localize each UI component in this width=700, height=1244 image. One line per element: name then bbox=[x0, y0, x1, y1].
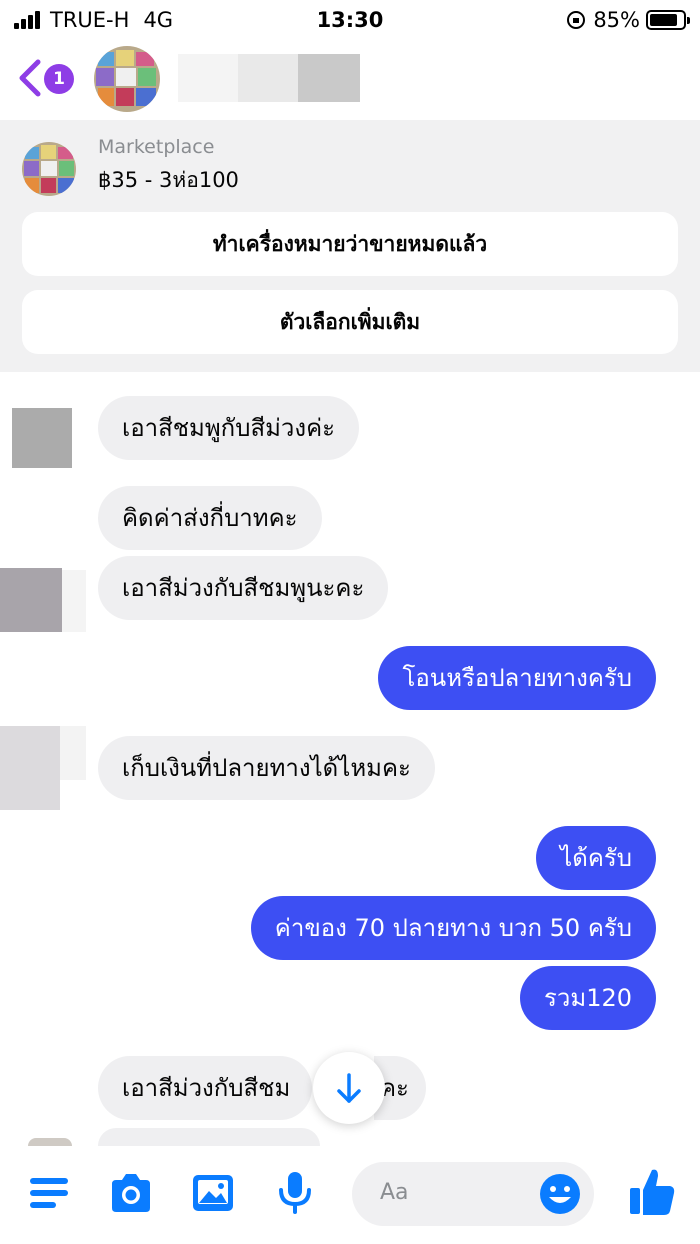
contact-name-redacted bbox=[178, 54, 238, 102]
sender-avatar-redacted bbox=[62, 570, 86, 632]
scroll-to-bottom-button[interactable] bbox=[313, 1052, 385, 1124]
mark-as-sold-button[interactable]: ทำเครื่องหมายว่าขายหมดแล้ว bbox=[22, 212, 678, 276]
message-input[interactable]: Aa bbox=[352, 1162, 594, 1226]
marketplace-banner: Marketplace ฿35 - 3ห่อ100 ทำเครื่องหมายว… bbox=[0, 120, 700, 372]
battery-percent: 85% bbox=[593, 8, 640, 32]
unread-badge[interactable]: 1 bbox=[44, 64, 74, 94]
sender-avatar-redacted bbox=[0, 726, 60, 810]
sender-avatar-redacted bbox=[0, 568, 62, 632]
battery-icon bbox=[646, 10, 690, 30]
contact-name-redacted bbox=[238, 54, 298, 102]
contact-avatar[interactable] bbox=[94, 46, 160, 112]
sender-avatar-redacted bbox=[60, 726, 86, 780]
marketplace-source-label: Marketplace bbox=[98, 136, 215, 158]
messenger-chat-screen: TRUE-H 4G 13:30 85% 1 Marketplace ฿35 - … bbox=[0, 0, 700, 1244]
emoji-icon[interactable] bbox=[538, 1172, 582, 1216]
message-bubble-outgoing[interactable]: ได้ครับ bbox=[536, 826, 656, 890]
message-bubble-incoming[interactable]: คิดค่าส่งกี่บาทคะ bbox=[98, 486, 322, 550]
chevron-left-icon[interactable] bbox=[14, 58, 44, 98]
thumbs-up-icon[interactable] bbox=[628, 1166, 676, 1218]
message-composer: Aa bbox=[0, 1146, 700, 1244]
listing-thumbnail[interactable] bbox=[22, 142, 76, 196]
arrow-down-icon bbox=[337, 1073, 361, 1103]
message-bubble-outgoing[interactable]: โอนหรือปลายทางครับ bbox=[378, 646, 656, 710]
message-bubble-incoming-partial[interactable] bbox=[98, 1128, 320, 1146]
chat-header: 1 bbox=[0, 40, 700, 120]
microphone-icon[interactable] bbox=[272, 1170, 318, 1216]
menu-icon[interactable] bbox=[26, 1170, 72, 1216]
message-bubble-incoming[interactable]: เอาสีม่วงกับสีชม bbox=[98, 1056, 312, 1120]
message-bubble-incoming[interactable]: เอาสีม่วงกับสีชมพูนะคะ bbox=[98, 556, 389, 620]
listing-price-title[interactable]: ฿35 - 3ห่อ100 bbox=[98, 164, 239, 197]
message-bubble-outgoing[interactable]: รวม120 bbox=[520, 966, 656, 1030]
status-bar: TRUE-H 4G 13:30 85% bbox=[0, 0, 700, 40]
sender-avatar-partial bbox=[28, 1138, 72, 1146]
message-bubble-outgoing[interactable]: ค่าของ 70 ปลายทาง บวก 50 ครับ bbox=[250, 896, 656, 960]
rotation-lock-icon bbox=[567, 11, 586, 29]
contact-name-redacted bbox=[298, 54, 360, 102]
sender-avatar-redacted bbox=[12, 408, 72, 468]
message-bubble-incoming[interactable]: เอาสีชมพูกับสีม่วงค่ะ bbox=[98, 396, 360, 460]
more-options-button[interactable]: ตัวเลือกเพิ่มเติม bbox=[22, 290, 678, 354]
camera-icon[interactable] bbox=[108, 1170, 154, 1216]
image-icon[interactable] bbox=[190, 1170, 236, 1216]
message-bubble-incoming[interactable]: เก็บเงินที่ปลายทางได้ไหมคะ bbox=[98, 736, 435, 800]
message-input-placeholder: Aa bbox=[380, 1180, 409, 1205]
